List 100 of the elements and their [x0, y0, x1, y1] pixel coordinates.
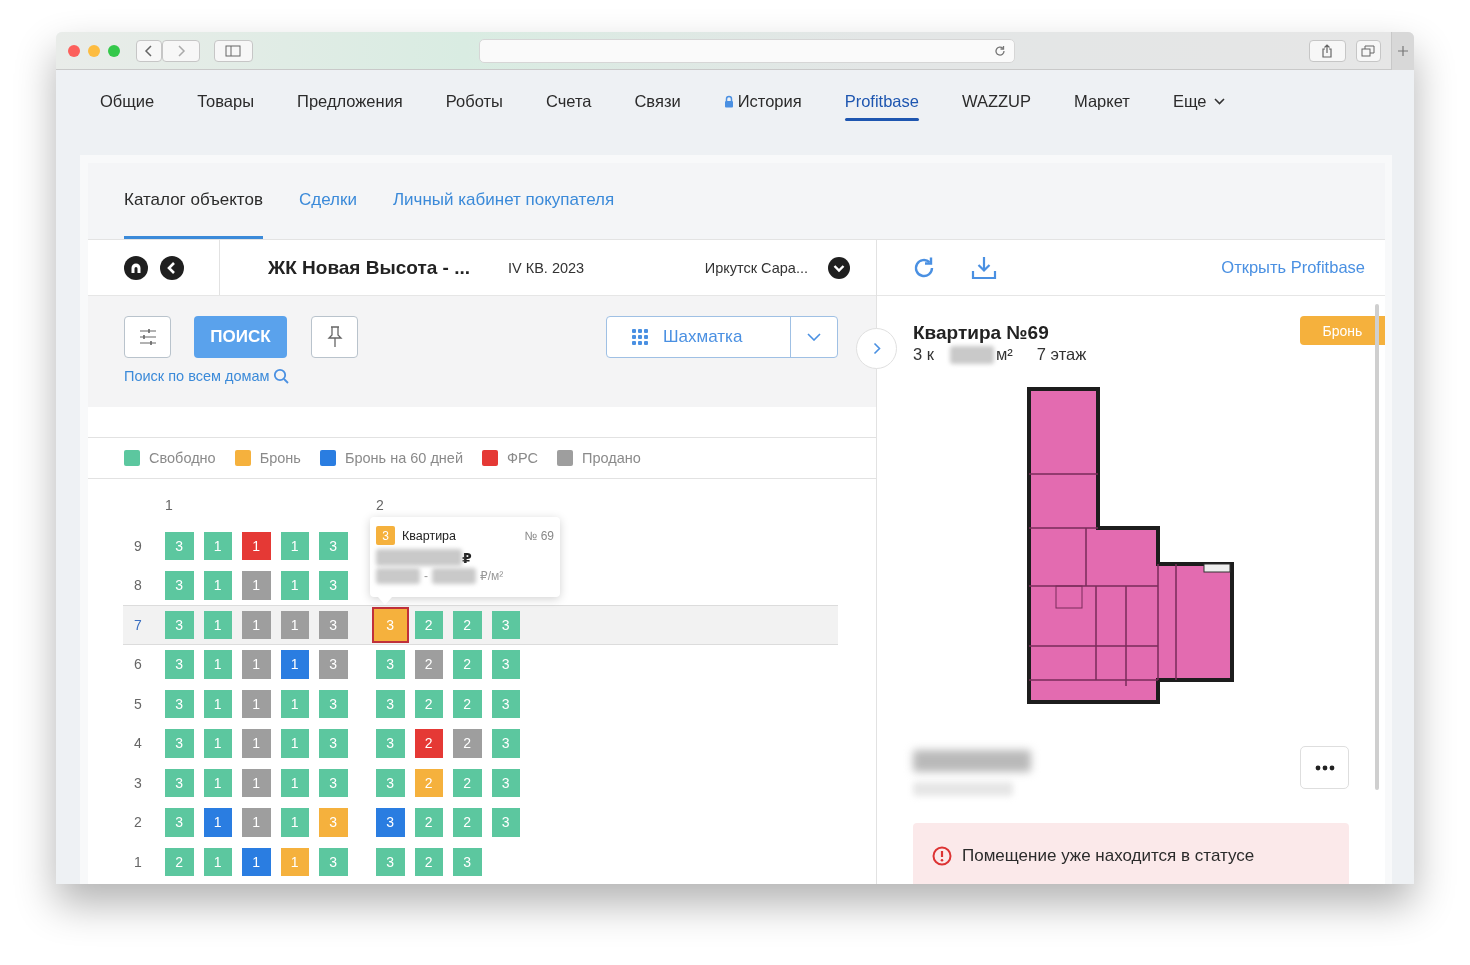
chevron-down-icon[interactable] [828, 256, 850, 279]
apartment-cell[interactable]: 3 [165, 650, 194, 679]
share-button[interactable] [1309, 39, 1346, 62]
apartment-cell[interactable]: 3 [165, 531, 194, 560]
nav-tab[interactable]: Роботы [445, 82, 503, 121]
apartment-cell[interactable]: 1 [280, 650, 309, 679]
sidebar-button[interactable] [214, 39, 253, 62]
nav-tab[interactable]: Связи [634, 82, 681, 121]
apartment-cell[interactable]: 3 [319, 808, 348, 837]
nav-tab[interactable]: Предложения [297, 82, 403, 121]
apartment-cell[interactable]: 3 [376, 808, 405, 837]
apartment-cell[interactable]: 1 [203, 650, 232, 679]
apartment-cell[interactable]: 1 [242, 808, 271, 837]
nav-tab[interactable]: Маркет [1074, 82, 1130, 121]
apartment-cell[interactable]: 2 [453, 768, 482, 797]
apartment-cell[interactable]: 1 [203, 808, 232, 837]
apartment-cell[interactable]: 3 [376, 650, 405, 679]
apartment-cell[interactable]: 1 [242, 768, 271, 797]
back-icon[interactable] [160, 255, 184, 280]
apartment-cell[interactable]: 1 [203, 531, 232, 560]
apartment-cell[interactable]: 3 [165, 689, 194, 718]
apartment-cell[interactable]: 2 [414, 808, 443, 837]
apartment-cell[interactable]: 3 [319, 610, 348, 639]
apartment-cell[interactable]: 3 [319, 689, 348, 718]
nav-tab[interactable]: История [723, 82, 802, 121]
address-field[interactable] [478, 38, 1015, 63]
apartment-cell[interactable]: 2 [414, 729, 443, 758]
apartment-cell[interactable]: 3 [491, 650, 520, 679]
apartment-cell[interactable]: 2 [414, 847, 443, 876]
apartment-cell[interactable]: 3 [376, 847, 405, 876]
apartment-cell[interactable]: 2 [453, 650, 482, 679]
apartment-cell[interactable]: 1 [203, 847, 232, 876]
apartment-cell[interactable]: 3 [165, 571, 194, 600]
apartment-cell[interactable]: 3 [376, 768, 405, 797]
apartment-cell[interactable]: 2 [414, 689, 443, 718]
apartment-cell[interactable]: 3 [372, 606, 409, 643]
apartment-cell[interactable]: 3 [491, 729, 520, 758]
apartment-cell[interactable]: 1 [203, 610, 232, 639]
apartment-cell[interactable]: 1 [280, 610, 309, 639]
apartment-cell[interactable]: 2 [414, 650, 443, 679]
apartment-cell[interactable]: 2 [453, 689, 482, 718]
pin-button[interactable] [311, 316, 358, 358]
apartment-cell[interactable]: 3 [453, 847, 482, 876]
apartment-cell[interactable]: 1 [280, 571, 309, 600]
apartment-cell[interactable]: 3 [165, 768, 194, 797]
apartment-cell[interactable]: 3 [319, 571, 348, 600]
apartment-cell[interactable]: 2 [453, 610, 482, 639]
nav-tab[interactable]: Счета [545, 82, 592, 121]
apartment-cell[interactable]: 3 [319, 531, 348, 560]
apartment-cell[interactable]: 1 [280, 689, 309, 718]
apartment-cell[interactable]: 1 [242, 571, 271, 600]
apartment-cell[interactable]: 3 [319, 847, 348, 876]
section-tab[interactable]: Личный кабинет покупателя [392, 190, 615, 239]
view-select[interactable]: Шахматка [606, 316, 838, 358]
nav-tab[interactable]: Profitbase [844, 82, 919, 121]
apartment-cell[interactable]: 1 [242, 650, 271, 679]
apartment-cell[interactable]: 3 [165, 610, 194, 639]
apartment-cell[interactable]: 1 [280, 768, 309, 797]
apartment-cell[interactable]: 1 [280, 729, 309, 758]
apartment-cell[interactable]: 2 [453, 808, 482, 837]
apartment-cell[interactable]: 3 [165, 808, 194, 837]
apartment-cell[interactable]: 1 [280, 847, 309, 876]
apartment-cell[interactable]: 3 [491, 689, 520, 718]
apartment-cell[interactable]: 3 [376, 729, 405, 758]
nav-tab[interactable]: WAZZUP [961, 82, 1031, 121]
apartment-cell[interactable]: 1 [203, 729, 232, 758]
nav-tab[interactable]: Общие [100, 82, 155, 121]
apartment-cell[interactable]: 1 [242, 531, 271, 560]
apartment-cell[interactable]: 1 [203, 689, 232, 718]
nav-tab[interactable]: Еще [1172, 82, 1226, 121]
apartment-cell[interactable]: 1 [242, 847, 271, 876]
search-all-link[interactable]: Поиск по всем домам [124, 368, 289, 384]
apartment-cell[interactable]: 3 [491, 808, 520, 837]
apartment-cell[interactable]: 1 [242, 729, 271, 758]
forward-button[interactable] [162, 39, 200, 62]
apartment-cell[interactable]: 3 [319, 729, 348, 758]
back-button[interactable] [136, 39, 162, 62]
reload-icon[interactable] [994, 44, 1006, 57]
tabs-button[interactable] [1355, 39, 1381, 62]
apartment-cell[interactable]: 2 [414, 768, 443, 797]
section-tab[interactable]: Сделки [298, 190, 357, 239]
window-controls-icon[interactable] [68, 44, 120, 57]
apartment-cell[interactable]: 1 [242, 610, 271, 639]
apartment-cell[interactable]: 3 [165, 729, 194, 758]
search-button[interactable]: ПОИСК [194, 316, 287, 358]
apartment-cell[interactable]: 1 [203, 571, 232, 600]
new-tab-button[interactable] [1390, 32, 1414, 70]
nav-tab[interactable]: Товары [197, 82, 255, 121]
apartment-cell[interactable]: 2 [414, 610, 443, 639]
apartment-cell[interactable]: 2 [453, 729, 482, 758]
apartment-cell[interactable]: 3 [376, 689, 405, 718]
open-profitbase-link[interactable]: Открыть Profitbase [1221, 258, 1365, 277]
apartment-cell[interactable]: 1 [203, 768, 232, 797]
download-icon[interactable] [971, 255, 997, 280]
home-icon[interactable] [124, 255, 148, 280]
filter-button[interactable] [124, 316, 171, 358]
apartment-cell[interactable]: 3 [319, 768, 348, 797]
apartment-cell[interactable]: 3 [491, 768, 520, 797]
apartment-cell[interactable]: 1 [280, 808, 309, 837]
apartment-cell[interactable]: 3 [319, 650, 348, 679]
